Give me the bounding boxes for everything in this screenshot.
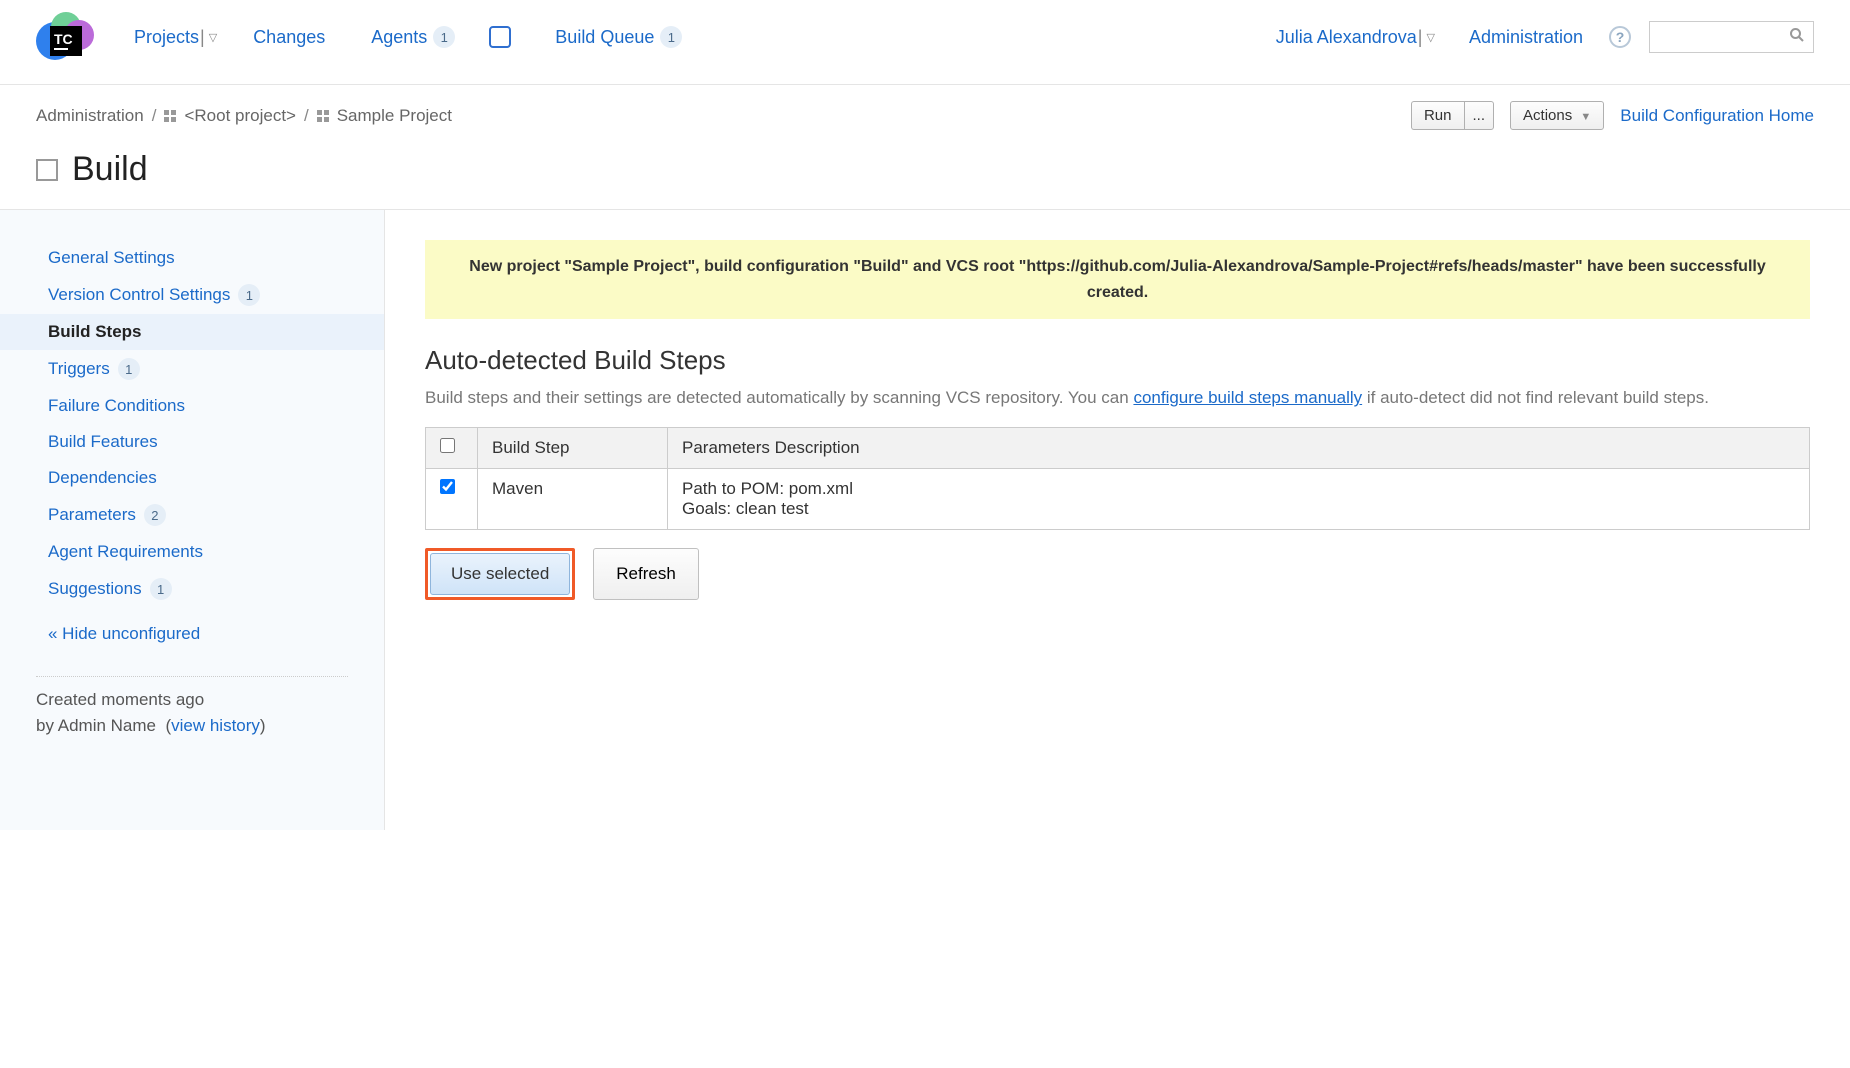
chevron-down-icon: ▽: [209, 31, 217, 44]
breadcrumb-root[interactable]: <Root project>: [184, 106, 296, 126]
sidebar-item-label: Triggers: [48, 359, 110, 379]
refresh-button[interactable]: Refresh: [593, 548, 699, 600]
nav-build-queue-label: Build Queue: [555, 27, 654, 48]
build-steps-table: Build Step Parameters Description MavenP…: [425, 427, 1810, 530]
created-line1: Created moments ago: [36, 687, 348, 713]
sidebar-item-count: 1: [118, 358, 140, 380]
row-params: Path to POM: pom.xmlGoals: clean test: [668, 469, 1810, 530]
actions-button-label: Actions: [1523, 107, 1572, 124]
hide-unconfigured-link[interactable]: « Hide unconfigured: [0, 608, 384, 652]
col-build-step: Build Step: [478, 428, 668, 469]
section-description: Build steps and their settings are detec…: [425, 384, 1810, 411]
build-config-home-link[interactable]: Build Configuration Home: [1620, 106, 1814, 126]
select-all-header: [426, 428, 478, 469]
sidebar-item-parameters[interactable]: Parameters 2: [0, 496, 384, 534]
actions-button[interactable]: Actions ▼: [1510, 101, 1604, 130]
sidebar-item-build-features[interactable]: Build Features: [0, 424, 384, 460]
sidebar: General Settings Version Control Settings…: [0, 210, 385, 830]
nav-build-queue[interactable]: Build Queue 1: [547, 26, 690, 48]
sidebar-item-general-settings[interactable]: General Settings: [0, 240, 384, 276]
search-icon: [1789, 27, 1805, 48]
sidebar-item-version-control-settings[interactable]: Version Control Settings 1: [0, 276, 384, 314]
run-more-button[interactable]: ...: [1464, 101, 1495, 130]
build-queue-count-badge: 1: [660, 26, 682, 48]
view-history-link[interactable]: view history: [171, 716, 260, 735]
project-grid-icon: [164, 110, 176, 122]
select-all-checkbox[interactable]: [440, 438, 455, 453]
row-step: Maven: [478, 469, 668, 530]
nav-administration[interactable]: Administration: [1461, 27, 1591, 48]
chevron-down-icon: ▽: [1426, 31, 1434, 44]
table-row: MavenPath to POM: pom.xmlGoals: clean te…: [426, 469, 1810, 530]
sidebar-item-count: 2: [144, 504, 166, 526]
use-selected-button[interactable]: Use selected: [430, 553, 570, 595]
row-checkbox[interactable]: [440, 479, 455, 494]
sidebar-item-label: Suggestions: [48, 579, 142, 599]
sidebar-item-label: Dependencies: [48, 468, 157, 488]
sidebar-item-dependencies[interactable]: Dependencies: [0, 460, 384, 496]
help-icon[interactable]: ?: [1609, 26, 1631, 48]
sidebar-item-triggers[interactable]: Triggers 1: [0, 350, 384, 388]
sidebar-item-label: Build Features: [48, 432, 158, 452]
square-icon[interactable]: [489, 26, 511, 48]
breadcrumb-project[interactable]: Sample Project: [337, 106, 452, 126]
build-config-icon: [36, 159, 58, 181]
nav-user[interactable]: Julia Alexandrova |▽: [1268, 27, 1443, 48]
highlight-box: Use selected: [425, 548, 575, 600]
header-area: Administration / <Root project> / Sample…: [0, 85, 1850, 210]
sidebar-item-agent-requirements[interactable]: Agent Requirements: [0, 534, 384, 570]
project-grid-icon: [317, 110, 329, 122]
nav-projects[interactable]: Projects |▽: [126, 27, 225, 48]
sidebar-item-count: 1: [238, 284, 260, 306]
sidebar-item-label: Agent Requirements: [48, 542, 203, 562]
run-button-group: Run ...: [1411, 101, 1494, 130]
chevron-down-icon: ▼: [1580, 111, 1591, 123]
breadcrumb: Administration / <Root project> / Sample…: [36, 106, 452, 126]
nav-projects-label: Projects: [134, 27, 199, 48]
top-nav: TC Projects |▽ Changes Agents 1 Build Qu…: [0, 0, 1850, 85]
nav-agents-label: Agents: [371, 27, 427, 48]
nav-agents[interactable]: Agents 1: [363, 26, 463, 48]
search-input[interactable]: [1649, 21, 1814, 53]
logo[interactable]: TC: [36, 12, 96, 62]
sidebar-meta: Created moments ago by Admin Name (view …: [0, 687, 384, 738]
nav-user-label: Julia Alexandrova: [1276, 27, 1417, 48]
sidebar-item-label: Version Control Settings: [48, 285, 230, 305]
sidebar-item-failure-conditions[interactable]: Failure Conditions: [0, 388, 384, 424]
sidebar-item-count: 1: [150, 578, 172, 600]
main-content: New project "Sample Project", build conf…: [385, 210, 1850, 830]
nav-changes[interactable]: Changes: [245, 27, 333, 48]
run-button[interactable]: Run: [1411, 101, 1464, 130]
sidebar-item-label: Failure Conditions: [48, 396, 185, 416]
sidebar-item-suggestions[interactable]: Suggestions 1: [0, 570, 384, 608]
created-by: by Admin Name: [36, 716, 156, 735]
section-heading: Auto-detected Build Steps: [425, 345, 1810, 376]
col-params: Parameters Description: [668, 428, 1810, 469]
sidebar-item-label: General Settings: [48, 248, 175, 268]
sidebar-item-label: Build Steps: [48, 322, 142, 342]
page-title: Build: [72, 150, 148, 189]
flash-message: New project "Sample Project", build conf…: [425, 240, 1810, 319]
breadcrumb-admin[interactable]: Administration: [36, 106, 144, 126]
configure-manually-link[interactable]: configure build steps manually: [1133, 388, 1362, 407]
sidebar-item-label: Parameters: [48, 505, 136, 525]
sidebar-item-build-steps[interactable]: Build Steps: [0, 314, 384, 350]
agents-count-badge: 1: [433, 26, 455, 48]
